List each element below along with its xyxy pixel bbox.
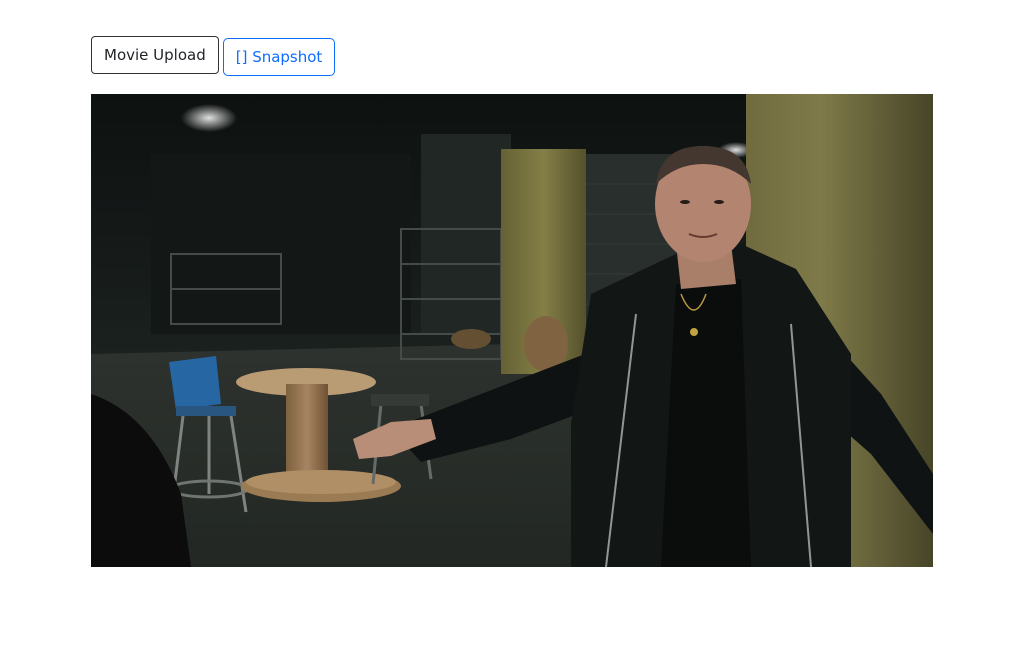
video-frame bbox=[91, 94, 933, 567]
snapshot-button[interactable]: [] Snapshot bbox=[222, 38, 336, 76]
video-player[interactable] bbox=[91, 94, 933, 567]
movie-upload-button[interactable]: Movie Upload bbox=[91, 36, 219, 74]
toolbar: Movie Upload [] Snapshot bbox=[91, 36, 336, 76]
